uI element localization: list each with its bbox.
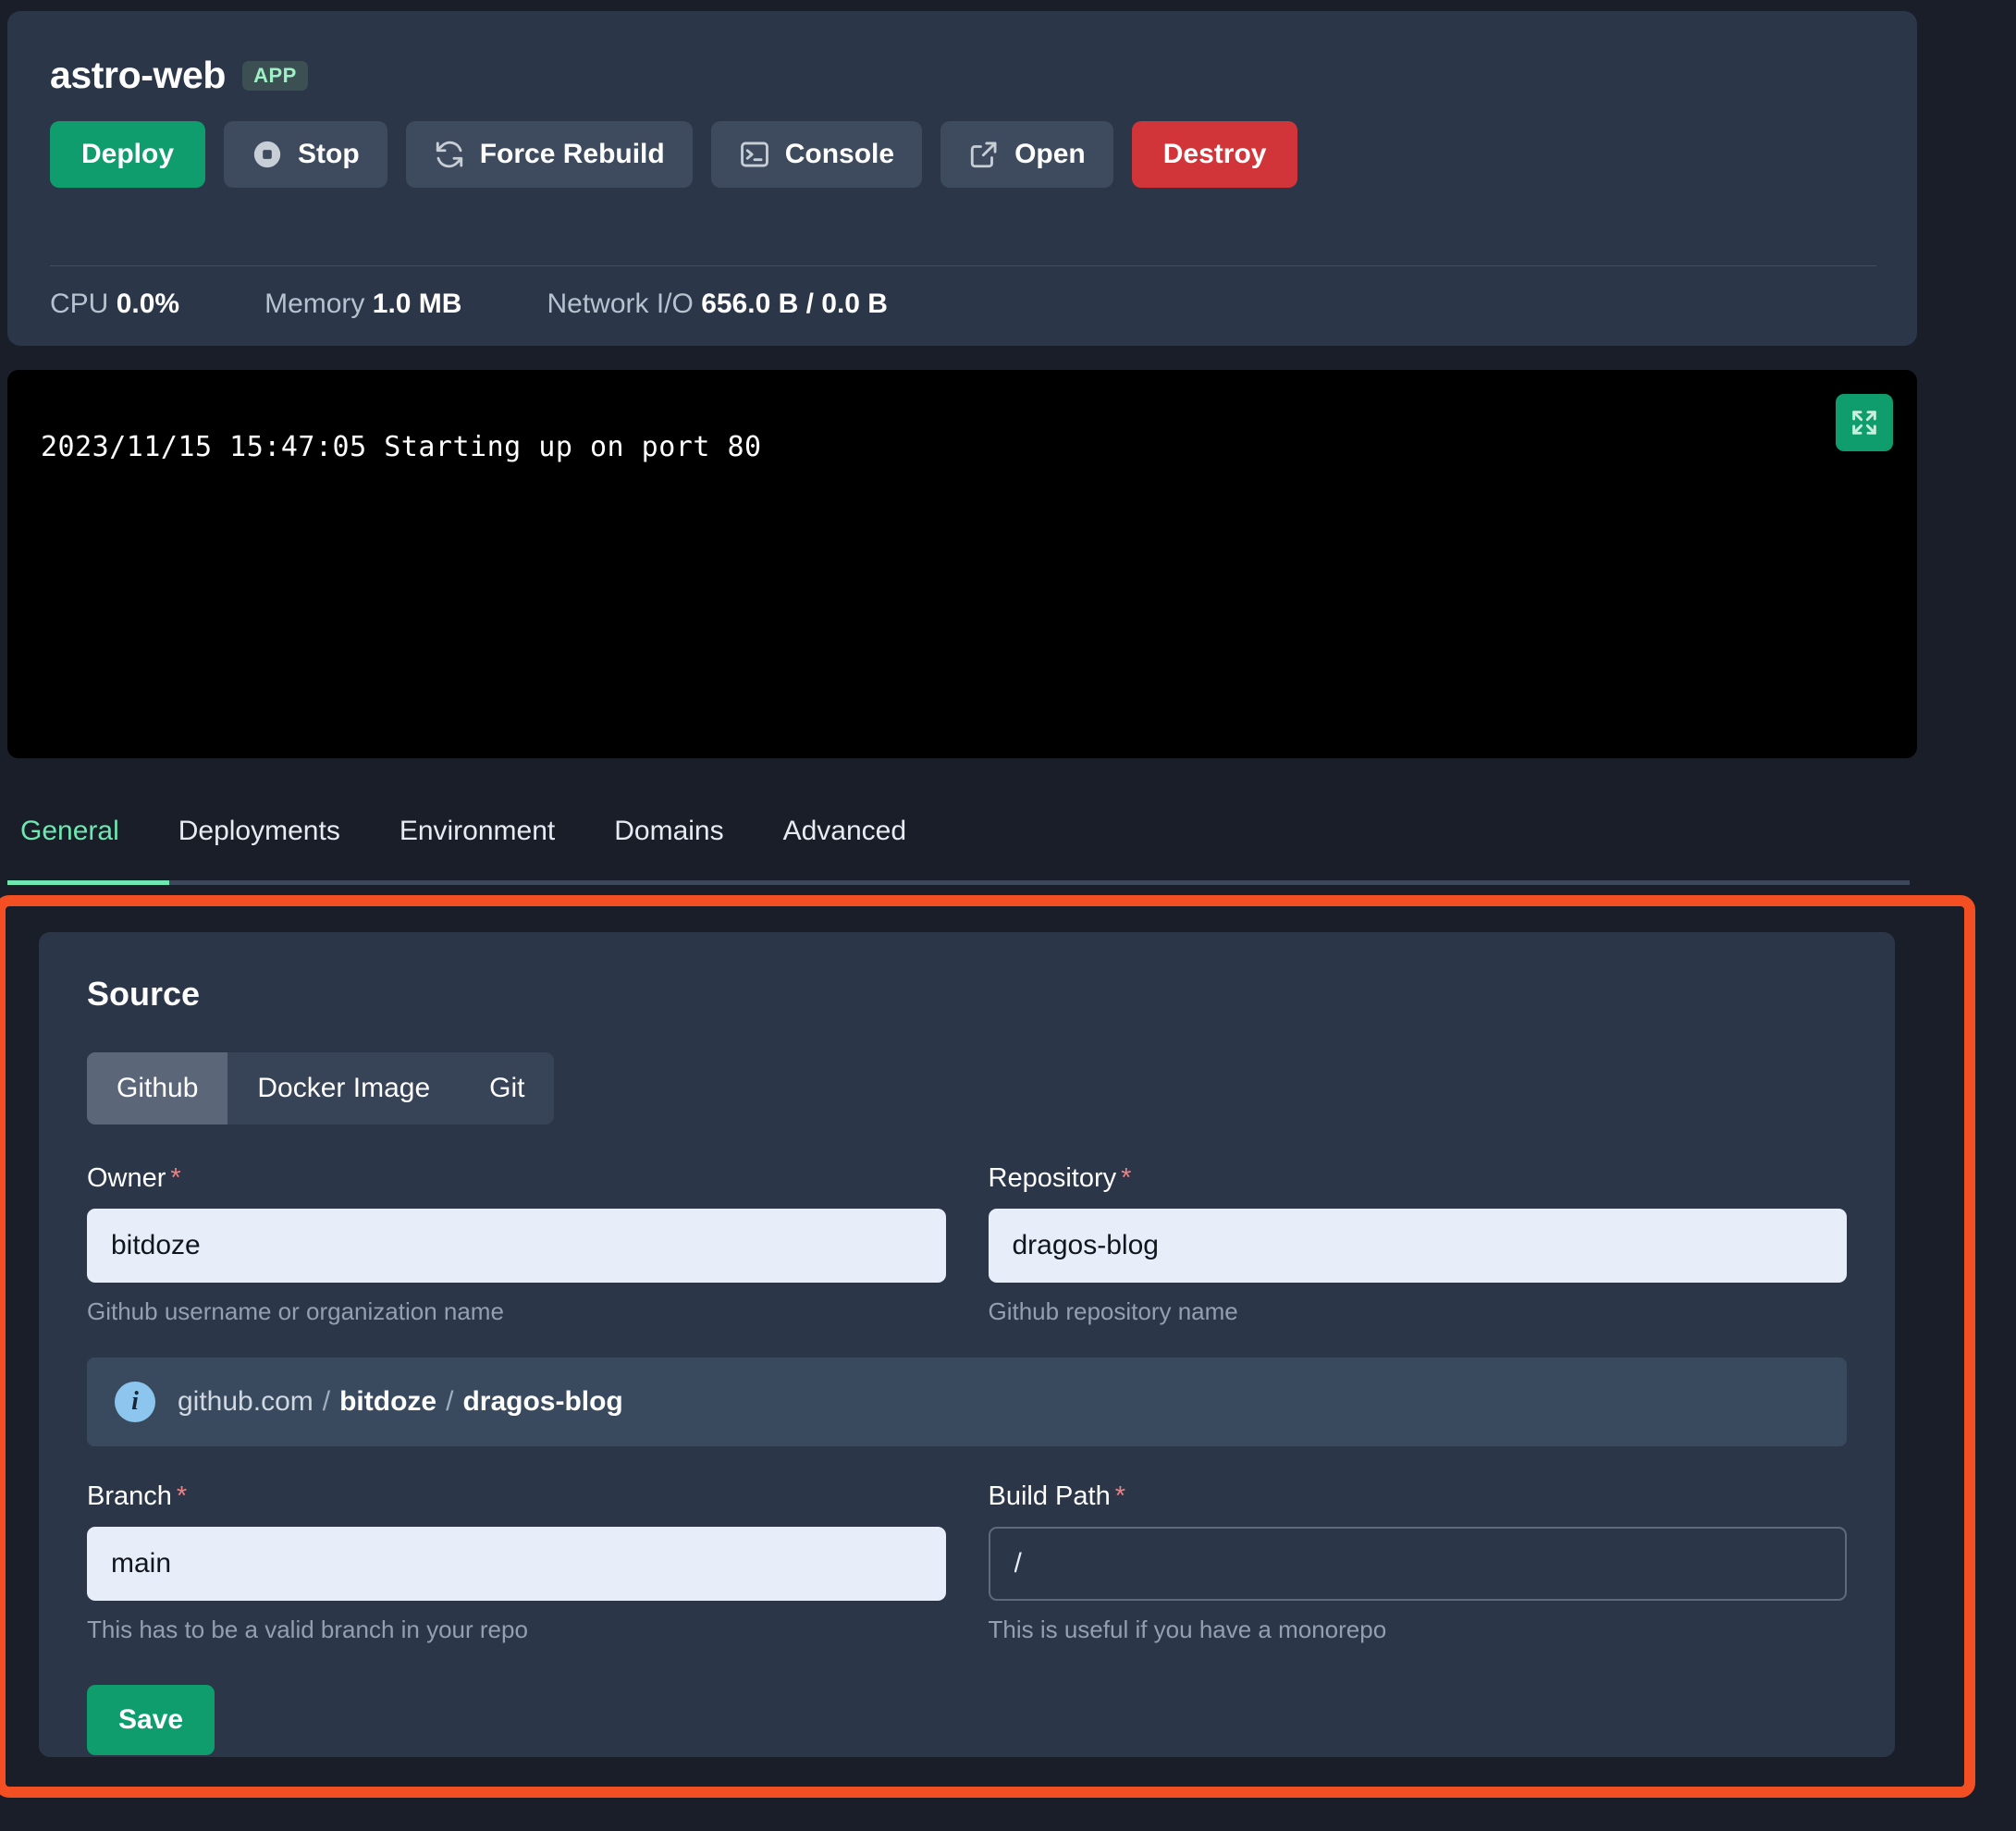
repository-hint: Github repository name [989, 1297, 1848, 1326]
repo-url-owner: bitdoze [339, 1386, 436, 1417]
source-type-segmented-control: Github Docker Image Git [87, 1052, 554, 1124]
open-button-label: Open [1014, 139, 1086, 170]
stat-network-value: 656.0 B / 0.0 B [701, 289, 888, 319]
external-link-icon [968, 139, 1000, 170]
owner-field-group: Owner* Github username or organization n… [87, 1163, 946, 1326]
console-button[interactable]: Console [711, 121, 922, 188]
info-icon: i [115, 1382, 155, 1422]
deploy-button[interactable]: Deploy [50, 121, 205, 188]
log-line: 2023/11/15 15:47:05 Starting up on port … [41, 431, 762, 463]
repository-label-text: Repository [989, 1163, 1117, 1193]
build-path-label: Build Path* [989, 1481, 1848, 1512]
segment-github[interactable]: Github [87, 1052, 227, 1124]
resource-stats: CPU 0.0% Memory 1.0 MB Network I/O 656.0… [50, 289, 888, 320]
tab-bar: General Deployments Environment Domains … [7, 803, 1917, 886]
tab-underline-active [7, 880, 169, 885]
stat-cpu: CPU 0.0% [50, 289, 179, 320]
owner-hint: Github username or organization name [87, 1297, 946, 1326]
owner-input[interactable] [87, 1209, 946, 1283]
repository-required-marker: * [1121, 1163, 1131, 1193]
branch-required-marker: * [177, 1481, 187, 1511]
status-badge: APP [242, 61, 308, 91]
branch-hint: This has to be a valid branch in your re… [87, 1616, 946, 1644]
app-title-row: astro-web APP [7, 11, 1917, 97]
owner-label: Owner* [87, 1163, 946, 1194]
source-panel: Source Github Docker Image Git Owner* Gi… [39, 932, 1895, 1757]
source-panel-title: Source [39, 932, 1895, 1014]
source-form-row-1: Owner* Github username or organization n… [87, 1163, 1847, 1326]
tab-general[interactable]: General [7, 816, 149, 869]
tab-underline-track [7, 880, 1910, 885]
branch-label: Branch* [87, 1481, 946, 1512]
tab-advanced[interactable]: Advanced [754, 816, 936, 869]
repo-url-info-bar: i github.com / bitdoze / dragos-blog [87, 1358, 1847, 1446]
branch-input[interactable] [87, 1527, 946, 1601]
build-path-field-group: Build Path* This is useful if you have a… [989, 1481, 1848, 1644]
stop-button-label: Stop [298, 139, 360, 170]
build-path-label-text: Build Path [989, 1481, 1111, 1511]
force-rebuild-button[interactable]: Force Rebuild [406, 121, 693, 188]
stop-circle-icon [252, 139, 283, 170]
repository-label: Repository* [989, 1163, 1848, 1194]
segment-docker-image[interactable]: Docker Image [227, 1052, 460, 1124]
destroy-button[interactable]: Destroy [1132, 121, 1298, 188]
branch-field-group: Branch* This has to be a valid branch in… [87, 1481, 946, 1644]
segment-git[interactable]: Git [460, 1052, 554, 1124]
terminal-icon [739, 139, 770, 170]
repo-url-sep-1: / [323, 1386, 330, 1417]
open-button[interactable]: Open [940, 121, 1113, 188]
branch-label-text: Branch [87, 1481, 172, 1511]
action-button-row: Deploy Stop [7, 97, 1917, 188]
stat-memory-label: Memory [264, 289, 364, 319]
tab-deployments[interactable]: Deployments [149, 816, 370, 869]
repo-url-repo: dragos-blog [462, 1386, 622, 1417]
stat-cpu-label: CPU [50, 289, 108, 319]
tab-environment[interactable]: Environment [370, 816, 584, 869]
tab-domains[interactable]: Domains [584, 816, 753, 869]
repo-url-sep-2: / [446, 1386, 453, 1417]
stat-memory: Memory 1.0 MB [264, 289, 461, 320]
deploy-button-label: Deploy [81, 139, 174, 170]
build-path-hint: This is useful if you have a monorepo [989, 1616, 1848, 1644]
app-page: astro-web APP Deploy Stop [0, 0, 2016, 1831]
destroy-button-label: Destroy [1163, 139, 1267, 170]
save-button[interactable]: Save [87, 1685, 215, 1755]
repo-url-text: github.com / bitdoze / dragos-blog [178, 1386, 623, 1418]
stat-network-label: Network I/O [547, 289, 693, 319]
stop-button[interactable]: Stop [224, 121, 387, 188]
owner-label-text: Owner [87, 1163, 166, 1193]
expand-logs-button[interactable] [1836, 394, 1893, 451]
header-divider [50, 265, 1876, 266]
expand-icon [1850, 408, 1879, 437]
build-path-input[interactable] [989, 1527, 1848, 1601]
repo-url-host: github.com [178, 1386, 313, 1417]
stat-memory-value: 1.0 MB [373, 289, 462, 319]
console-button-label: Console [785, 139, 894, 170]
source-form-row-2: Branch* This has to be a valid branch in… [87, 1481, 1847, 1644]
owner-required-marker: * [170, 1163, 180, 1193]
build-path-required-marker: * [1115, 1481, 1125, 1511]
refresh-icon [434, 139, 465, 170]
repository-field-group: Repository* Github repository name [989, 1163, 1848, 1326]
log-console[interactable] [7, 370, 1917, 758]
stat-network: Network I/O 656.0 B / 0.0 B [547, 289, 888, 320]
stat-cpu-value: 0.0% [117, 289, 179, 319]
app-header-card: astro-web APP Deploy Stop [7, 11, 1917, 346]
repository-input[interactable] [989, 1209, 1848, 1283]
page-title: astro-web [50, 54, 226, 97]
force-rebuild-button-label: Force Rebuild [480, 139, 665, 170]
